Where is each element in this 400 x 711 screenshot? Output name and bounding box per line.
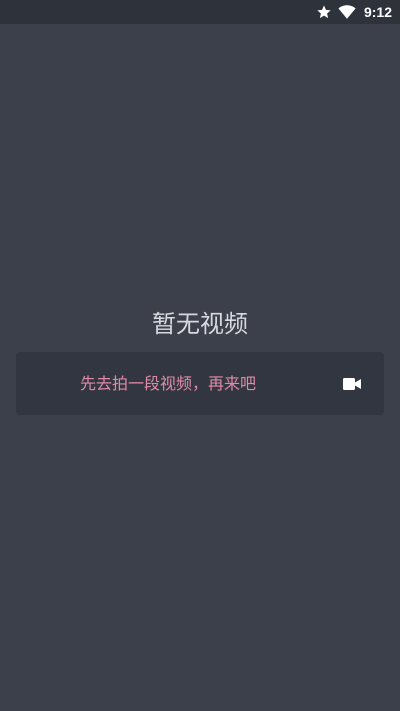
star-icon — [316, 4, 332, 20]
empty-state-title: 暂无视频 — [152, 310, 248, 338]
status-bar: 9:12 — [0, 0, 400, 24]
video-camera-icon — [342, 376, 362, 392]
record-video-button[interactable]: 先去拍一段视频，再来吧 — [16, 352, 384, 415]
status-time: 9:12 — [363, 4, 392, 20]
status-icons: 9:12 — [316, 0, 392, 24]
wifi-icon — [338, 4, 356, 20]
record-video-label: 先去拍一段视频，再来吧 — [80, 374, 257, 393]
